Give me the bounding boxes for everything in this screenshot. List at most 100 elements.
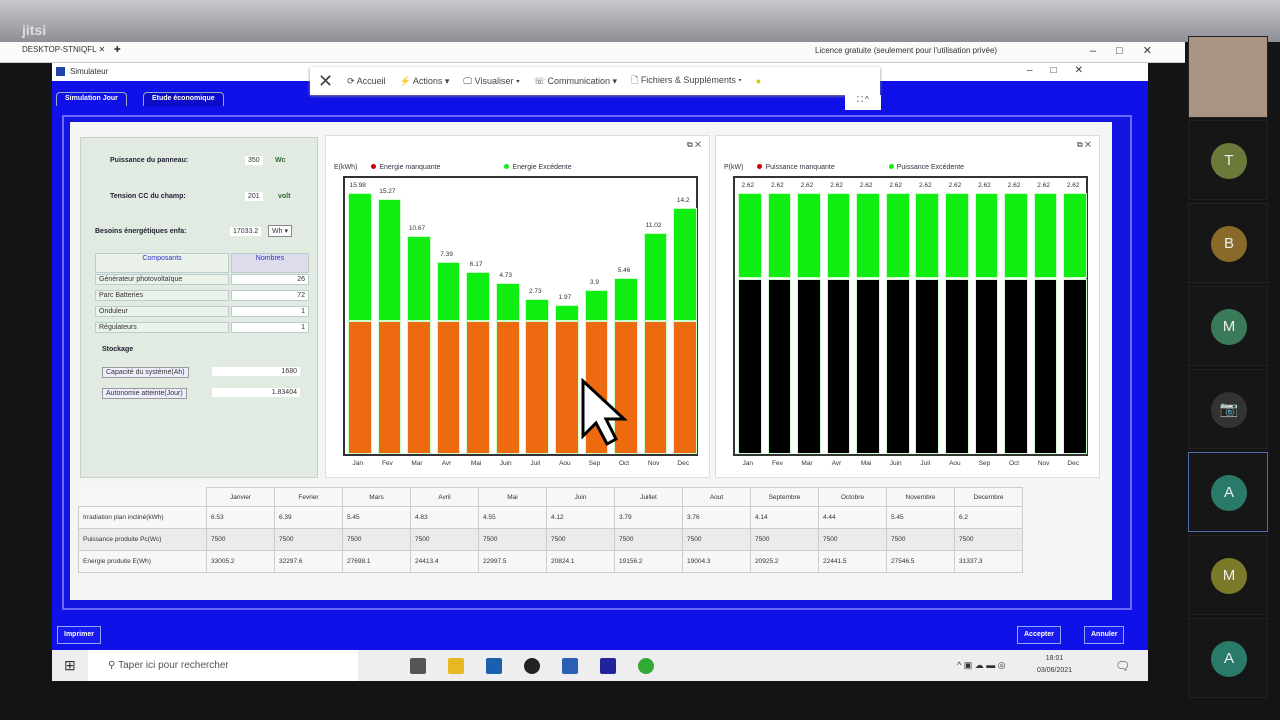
data-label: 2.62 xyxy=(859,181,873,189)
bar-excedent xyxy=(466,271,490,322)
remote-desktop-bar: DESKTOP-STNIQFL ✕ ✚ Licence gratuite (se… xyxy=(0,42,1185,63)
table-cell: 7500 xyxy=(274,528,343,551)
annuler-button[interactable]: Annuler xyxy=(1084,626,1125,644)
x-tick-label: Avr xyxy=(831,460,842,467)
x-tick-label: Juin xyxy=(889,460,902,467)
word-icon[interactable] xyxy=(562,657,578,674)
legend-item: Puissance manquante xyxy=(757,164,835,171)
x-tick-label: Mai xyxy=(470,460,482,467)
table-cell: 6.53 xyxy=(206,506,275,529)
teamviewer-icon[interactable] xyxy=(486,657,502,674)
simulator-taskbar-icon[interactable] xyxy=(600,657,616,674)
participant-tile[interactable]: A xyxy=(1188,618,1268,698)
notification-icon[interactable]: 🗨 xyxy=(1115,659,1130,673)
bar-excedent xyxy=(584,290,609,322)
bar-manquant xyxy=(826,278,851,454)
chart-legend: E(kWh) Energie manquante Energie Excéden… xyxy=(334,164,572,171)
data-label: 2.62 xyxy=(918,181,932,189)
participant-tile[interactable]: T xyxy=(1188,120,1268,200)
component-count[interactable]: 26 xyxy=(231,274,309,285)
autonomie-button[interactable]: Autonomie atteinte(Jour) xyxy=(102,388,187,399)
x-tick-label: Oct xyxy=(618,460,630,467)
column-header: Octobre xyxy=(818,487,887,507)
legend-label: Energie Excédente xyxy=(512,164,572,171)
tab-simulation-jour[interactable]: Simulation Jour xyxy=(56,92,127,106)
imprimer-button[interactable]: Imprimer xyxy=(57,626,101,644)
besoins-label: Besoins énergétiques enfa: xyxy=(95,228,187,235)
bar-excedent xyxy=(767,192,792,279)
data-label: 15.27 xyxy=(379,188,396,196)
x-tick-label: Juil xyxy=(530,460,541,467)
smiley-icon[interactable]: ● xyxy=(756,76,761,86)
data-label: 2.62 xyxy=(830,181,843,189)
table-row: Puissance produite Pc(Wc) 7500 7500 7500 750… xyxy=(78,528,1023,551)
task-view-icon[interactable] xyxy=(410,657,426,674)
accepter-button[interactable]: Accepter xyxy=(1017,626,1061,644)
puissance-value: 350 xyxy=(245,156,263,165)
taskbar-search[interactable]: ⚲ Taper ici pour rechercher xyxy=(88,650,358,681)
table-cell: 7500 xyxy=(614,528,683,551)
participant-tile[interactable]: A xyxy=(1188,452,1268,532)
column-header: Avril xyxy=(410,487,479,507)
table-cell: 3.76 xyxy=(682,506,751,529)
chart-controls[interactable]: ⧉ ✕ xyxy=(1077,140,1091,150)
file-explorer-icon[interactable] xyxy=(448,657,464,674)
legend-item: Energie manquante xyxy=(371,164,440,171)
table-cell: 7500 xyxy=(886,528,955,551)
clock[interactable]: 18:01 03/06/2021 xyxy=(1037,653,1072,677)
actions-button[interactable]: ⚡ Actions ▾ xyxy=(400,76,450,87)
capacite-button[interactable]: Capacité du système(Ah) xyxy=(102,367,189,378)
participant-tile[interactable]: 📷 xyxy=(1188,369,1268,449)
component-count[interactable]: 1 xyxy=(231,322,309,333)
remote-window-controls[interactable]: –□✕ xyxy=(1090,44,1172,57)
window-controls[interactable]: –□✕ xyxy=(1027,65,1101,76)
data-label: 2.62 xyxy=(1007,181,1021,189)
system-tray[interactable]: ^ ▣ ☁ ▬ ◎ xyxy=(957,660,1006,671)
avatar: A xyxy=(1211,475,1247,511)
visualiser-label: Visualiser ▾ xyxy=(474,75,520,86)
column-header: Mars xyxy=(342,487,411,507)
close-icon[interactable]: ✕ xyxy=(318,71,333,92)
data-label: 2.62 xyxy=(741,181,755,189)
bar-excedent xyxy=(495,283,520,322)
fichiers-button[interactable]: 🗋 Fichiers & Suppléments ▾ xyxy=(631,73,742,89)
table-cell: 5.45 xyxy=(886,506,955,529)
chart-controls[interactable]: ⧉ ✕ xyxy=(687,140,701,150)
chrome-icon[interactable] xyxy=(638,657,654,674)
participant-tile[interactable]: B xyxy=(1188,203,1268,283)
windows-taskbar: ⊞ ⚲ Taper ici pour rechercher ^ ▣ ☁ ▬ ◎ … xyxy=(52,650,1148,681)
windows-start-icon[interactable]: ⊞ xyxy=(64,657,76,674)
search-icon: ⚲ xyxy=(108,660,119,671)
remote-tab[interactable]: DESKTOP-STNIQFL ✕ ✚ xyxy=(22,45,121,54)
y-axis-label: E(kWh) xyxy=(334,164,358,171)
x-tick-label: Aou xyxy=(559,460,571,467)
x-tick-label: Fev xyxy=(381,460,393,467)
y-axis-label: P(kW) xyxy=(724,164,744,171)
legend-label: Energie manquante xyxy=(379,164,441,171)
bar-excedent xyxy=(407,235,431,322)
component-count[interactable]: 72 xyxy=(231,290,309,301)
jitsi-logo: jitsi xyxy=(22,22,47,38)
tab-etude-economique[interactable]: Etude économique xyxy=(143,92,224,106)
besoins-unit-select[interactable]: Wh ▾ xyxy=(268,225,292,237)
component-count[interactable]: 1 xyxy=(231,306,309,317)
communication-button[interactable]: ☏ Communication ▾ xyxy=(534,76,617,87)
participant-video[interactable] xyxy=(1188,36,1268,118)
actions-label: Actions ▾ xyxy=(412,75,450,86)
data-label: 3.9 xyxy=(589,279,599,286)
accueil-button[interactable]: ⟳ Accueil xyxy=(347,76,386,87)
participant-tile[interactable]: M xyxy=(1188,286,1268,366)
bar-excedent xyxy=(915,192,940,279)
visualiser-button[interactable]: 🖵 Visualiser ▾ xyxy=(463,76,519,87)
toolbar-collapse[interactable]: ⛶ ^ xyxy=(845,95,881,110)
table-cell: 4.14 xyxy=(750,506,819,529)
communication-label: Communication ▾ xyxy=(547,75,618,86)
table-cell: 4.83 xyxy=(410,506,479,529)
bar-manquant xyxy=(856,278,880,454)
x-tick-label: Juin xyxy=(499,460,512,467)
settings-icon[interactable] xyxy=(524,657,540,674)
participant-tile[interactable]: M xyxy=(1188,535,1268,615)
data-label: 1.97 xyxy=(558,294,572,302)
x-tick-label: Aou xyxy=(949,460,961,467)
bar-excedent xyxy=(643,233,668,322)
